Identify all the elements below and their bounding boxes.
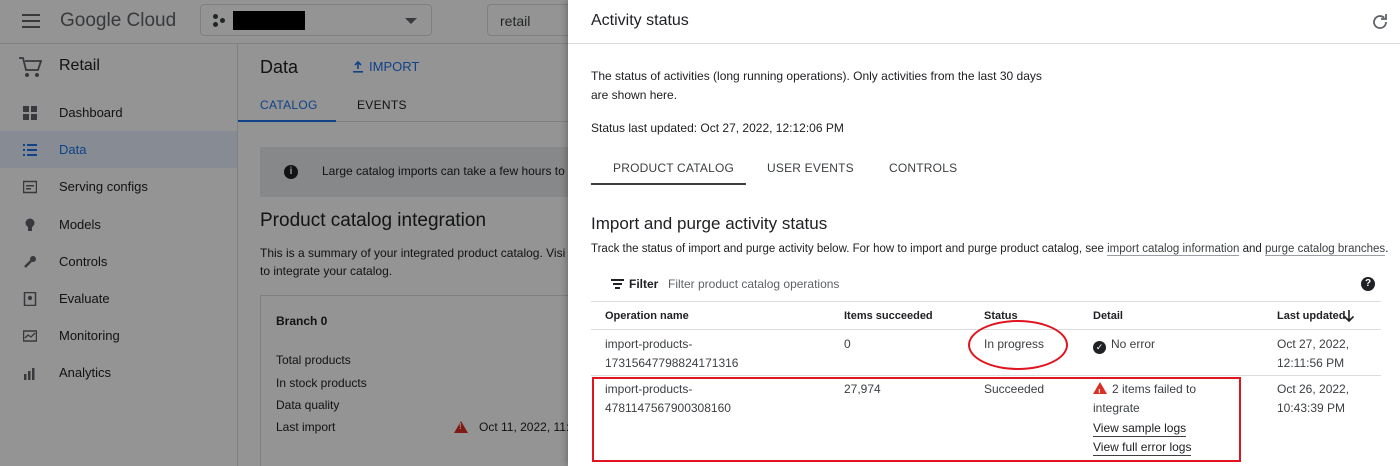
last-updated-line: 10:43:39 PM (1277, 401, 1346, 415)
filter-bar: Filter Filter product catalog operations… (591, 266, 1381, 302)
tab-user-events[interactable]: USER EVENTS (767, 161, 854, 175)
last-updated: Oct 26, 2022, 10:43:39 PM (1277, 380, 1349, 418)
help-icon[interactable]: ? (1361, 277, 1375, 291)
panel-title: Activity status (591, 12, 689, 29)
column-header-sortable[interactable]: Last updated (1277, 310, 1345, 322)
annotation-rectangle (592, 377, 1241, 462)
operation-name-line: 17315647798824171316 (605, 356, 739, 370)
last-updated-line: Oct 27, 2022, (1277, 337, 1350, 351)
annotation-circle (968, 320, 1068, 370)
status-last-updated: Status last updated: Oct 27, 2022, 12:12… (591, 121, 844, 135)
and-text: and (1242, 243, 1262, 255)
last-updated-line: 12:11:56 PM (1277, 356, 1345, 370)
intro-text: The status of activities (long running o… (591, 69, 1042, 102)
section-title: Import and purge activity status (591, 214, 828, 233)
modal-scrim[interactable] (0, 0, 578, 466)
arrow-down-icon[interactable] (1343, 309, 1355, 323)
operation-name: import-products- 17315647798824171316 (605, 335, 738, 373)
tab-indicator (591, 183, 746, 185)
import-catalog-link[interactable]: import catalog information (1107, 243, 1240, 256)
detail: ✓ No error (1093, 335, 1155, 354)
activity-tabs: PRODUCT CATALOG USER EVENTS CONTROLS (591, 152, 1381, 186)
column-header: Items succeeded (844, 310, 933, 322)
tab-product-catalog[interactable]: PRODUCT CATALOG (613, 161, 734, 175)
filter-input[interactable]: Filter product catalog operations (668, 277, 839, 291)
column-header: Operation name (605, 310, 689, 322)
refresh-icon[interactable] (1370, 12, 1390, 32)
items-succeeded: 0 (844, 337, 851, 351)
period-text: . (1385, 243, 1389, 255)
section-description: Track the status of import and purge act… (591, 243, 1389, 256)
filter-label[interactable]: Filter (629, 277, 658, 291)
detail-text: No error (1111, 337, 1156, 351)
column-header: Detail (1093, 310, 1123, 322)
tab-controls[interactable]: CONTROLS (889, 161, 957, 175)
filter-icon[interactable] (611, 279, 624, 289)
last-updated-line: Oct 26, 2022, (1277, 382, 1350, 396)
purge-catalog-link[interactable]: purge catalog branches (1264, 243, 1386, 256)
section-desc-text: Track the status of import and purge act… (591, 243, 1104, 255)
panel-header: Activity status (568, 0, 1400, 44)
operation-name-line: import-products- (605, 337, 693, 351)
last-updated: Oct 27, 2022, 12:11:56 PM (1277, 335, 1349, 373)
check-circle-icon: ✓ (1093, 341, 1106, 354)
